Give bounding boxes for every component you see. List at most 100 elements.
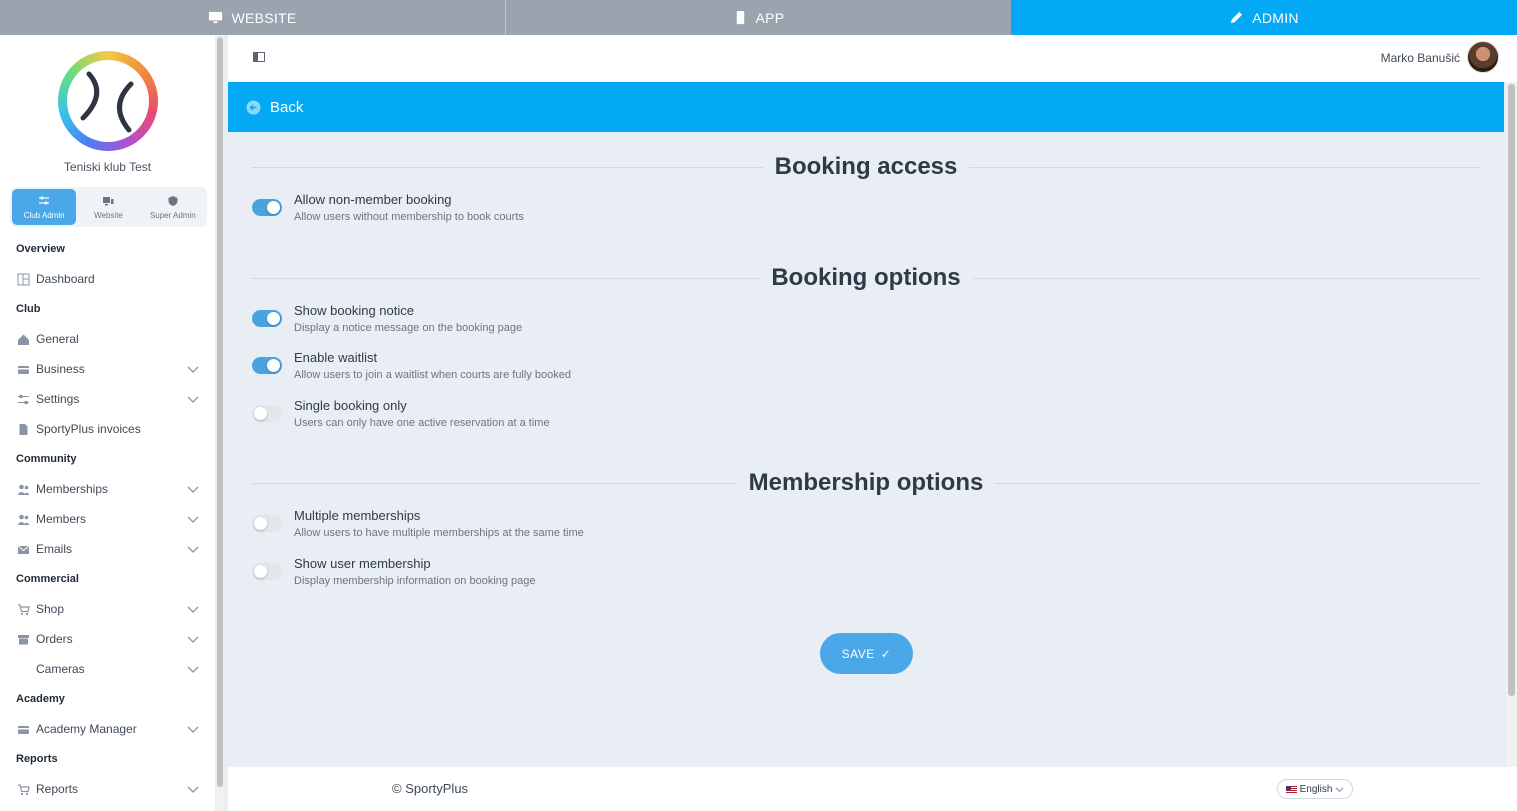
- section-title-membership-options: Membership options: [252, 469, 1480, 496]
- scrollbar-thumb[interactable]: [217, 37, 223, 787]
- save-button[interactable]: SAVE ✓: [820, 633, 913, 674]
- sidebar-item-label: Reports: [36, 782, 79, 796]
- section-academy: Academy: [16, 693, 65, 705]
- tennis-ball-icon: [80, 71, 134, 133]
- option-title: Allow non-member booking: [294, 192, 452, 207]
- sidebar-item-label: General: [36, 332, 79, 346]
- toggle-switch[interactable]: [252, 199, 282, 216]
- save-label: SAVE: [841, 646, 875, 661]
- option-multiple-memberships: Multiple memberships Allow users to have…: [252, 508, 752, 548]
- toggle-knob: [267, 359, 280, 372]
- option-description: Display membership information on bookin…: [294, 575, 536, 587]
- sidebar-item-emails[interactable]: Emails: [16, 539, 200, 559]
- sidebar-item-label: Dashboard: [36, 272, 95, 286]
- sidebar-item-general[interactable]: General: [16, 329, 200, 349]
- option-description: Allow users to have multiple memberships…: [294, 527, 584, 539]
- toggle-switch[interactable]: [252, 515, 282, 532]
- sidebar-item-label: Orders: [36, 632, 73, 646]
- chevron-down-icon: [187, 636, 199, 643]
- option-description: Allow users without membership to book c…: [294, 211, 524, 223]
- check-icon: ✓: [880, 646, 892, 661]
- sidebar-scrollbar[interactable]: [216, 35, 224, 811]
- sidebar-item-dashboard[interactable]: Dashboard: [16, 269, 200, 289]
- chevron-down-icon: [1335, 786, 1344, 792]
- tab-website-label: WEBSITE: [231, 9, 297, 26]
- role-switcher: Club Admin Website Super Admin: [10, 187, 207, 227]
- scrollbar-thumb[interactable]: [1508, 84, 1515, 696]
- monitor-icon: [209, 11, 223, 24]
- shield-icon: [168, 195, 178, 206]
- us-flag-icon: [1285, 785, 1297, 793]
- role-super-admin-label: Super Admin: [149, 210, 196, 220]
- language-select[interactable]: English: [1277, 779, 1353, 799]
- phone-icon: [736, 10, 744, 25]
- dashboard-icon: [16, 272, 30, 286]
- toggle-switch[interactable]: [252, 563, 282, 580]
- card-icon: [16, 362, 30, 376]
- toggle-switch[interactable]: [252, 357, 282, 374]
- toggle-knob: [267, 201, 280, 214]
- section-title-booking-options: Booking options: [252, 264, 1480, 291]
- sidebar-item-label: Cameras: [36, 662, 85, 676]
- tab-website[interactable]: WEBSITE: [0, 0, 506, 35]
- sidebar-item-settings[interactable]: Settings: [16, 389, 200, 409]
- toggle-switch[interactable]: [252, 405, 282, 422]
- tab-admin-label: ADMIN: [1252, 9, 1299, 26]
- document-icon: [16, 422, 30, 436]
- section-heading: Booking access: [774, 153, 958, 180]
- card-icon: [16, 722, 30, 736]
- role-website[interactable]: Website: [76, 189, 140, 225]
- chevron-down-icon: [187, 666, 199, 673]
- option-single-booking-only: Single booking only Users can only have …: [252, 398, 752, 438]
- toggle-knob: [254, 565, 267, 578]
- tab-app-label: APP: [755, 9, 785, 26]
- sidebar-item-label: SportyPlus invoices: [36, 422, 141, 436]
- sidebar-item-reports[interactable]: Reports: [16, 779, 200, 799]
- section-overview: Overview: [16, 243, 65, 255]
- pencil-icon: [1231, 11, 1243, 24]
- section-commercial: Commercial: [16, 573, 79, 585]
- sidebar-item-label: Academy Manager: [36, 722, 137, 736]
- chevron-down-icon: [187, 366, 199, 373]
- sidebar-item-label: Memberships: [36, 482, 109, 496]
- sidebar-item-business[interactable]: Business: [16, 359, 200, 379]
- option-description: Users can only have one active reservati…: [294, 417, 550, 429]
- sidebar-item-label: Emails: [36, 542, 73, 556]
- option-show-user-membership: Show user membership Display membership …: [252, 556, 752, 596]
- option-allow-non-member-booking: Allow non-member booking Allow users wit…: [252, 192, 752, 232]
- user-name[interactable]: Marko Banušić: [1381, 51, 1460, 65]
- role-club-admin[interactable]: Club Admin: [12, 189, 77, 225]
- tab-admin[interactable]: ADMIN: [1011, 0, 1517, 35]
- back-button[interactable]: Back: [228, 82, 1504, 132]
- sidebar-toggle-icon[interactable]: [253, 52, 265, 62]
- chevron-down-icon: [187, 396, 199, 403]
- main-scrollbar[interactable]: [1506, 82, 1517, 767]
- tab-app[interactable]: APP: [506, 0, 1011, 35]
- club-name: Teniski klub Test: [63, 160, 152, 174]
- sidebar-item-academy-manager[interactable]: Academy Manager: [16, 719, 200, 739]
- sidebar-item-label: Settings: [36, 392, 80, 406]
- sliders-icon: [16, 392, 30, 406]
- role-super-admin[interactable]: Super Admin: [141, 189, 205, 225]
- sidebar-item-cameras[interactable]: Cameras: [16, 659, 200, 679]
- sidebar-item-invoices[interactable]: SportyPlus invoices: [16, 419, 200, 439]
- sidebar-item-members[interactable]: Members: [16, 509, 200, 529]
- chevron-down-icon: [187, 486, 199, 493]
- chevron-down-icon: [187, 546, 199, 553]
- sidebar-item-shop[interactable]: Shop: [16, 599, 200, 619]
- section-reports: Reports: [16, 753, 58, 765]
- top-tab-bar: WEBSITE APP ADMIN: [0, 0, 1517, 35]
- toggle-knob: [254, 517, 267, 530]
- chevron-down-icon: [187, 606, 199, 613]
- toggle-switch[interactable]: [252, 310, 282, 327]
- footer: © SportyPlus English: [228, 767, 1517, 811]
- section-community: Community: [16, 453, 77, 465]
- cart-icon: [16, 782, 30, 796]
- role-website-label: Website: [94, 210, 123, 220]
- toggle-knob: [267, 312, 280, 325]
- avatar[interactable]: [1467, 41, 1499, 73]
- section-heading: Booking options: [771, 264, 961, 291]
- header: Marko Banušić: [228, 35, 1517, 82]
- sidebar-item-memberships[interactable]: Memberships: [16, 479, 200, 499]
- sidebar-item-orders[interactable]: Orders: [16, 629, 200, 649]
